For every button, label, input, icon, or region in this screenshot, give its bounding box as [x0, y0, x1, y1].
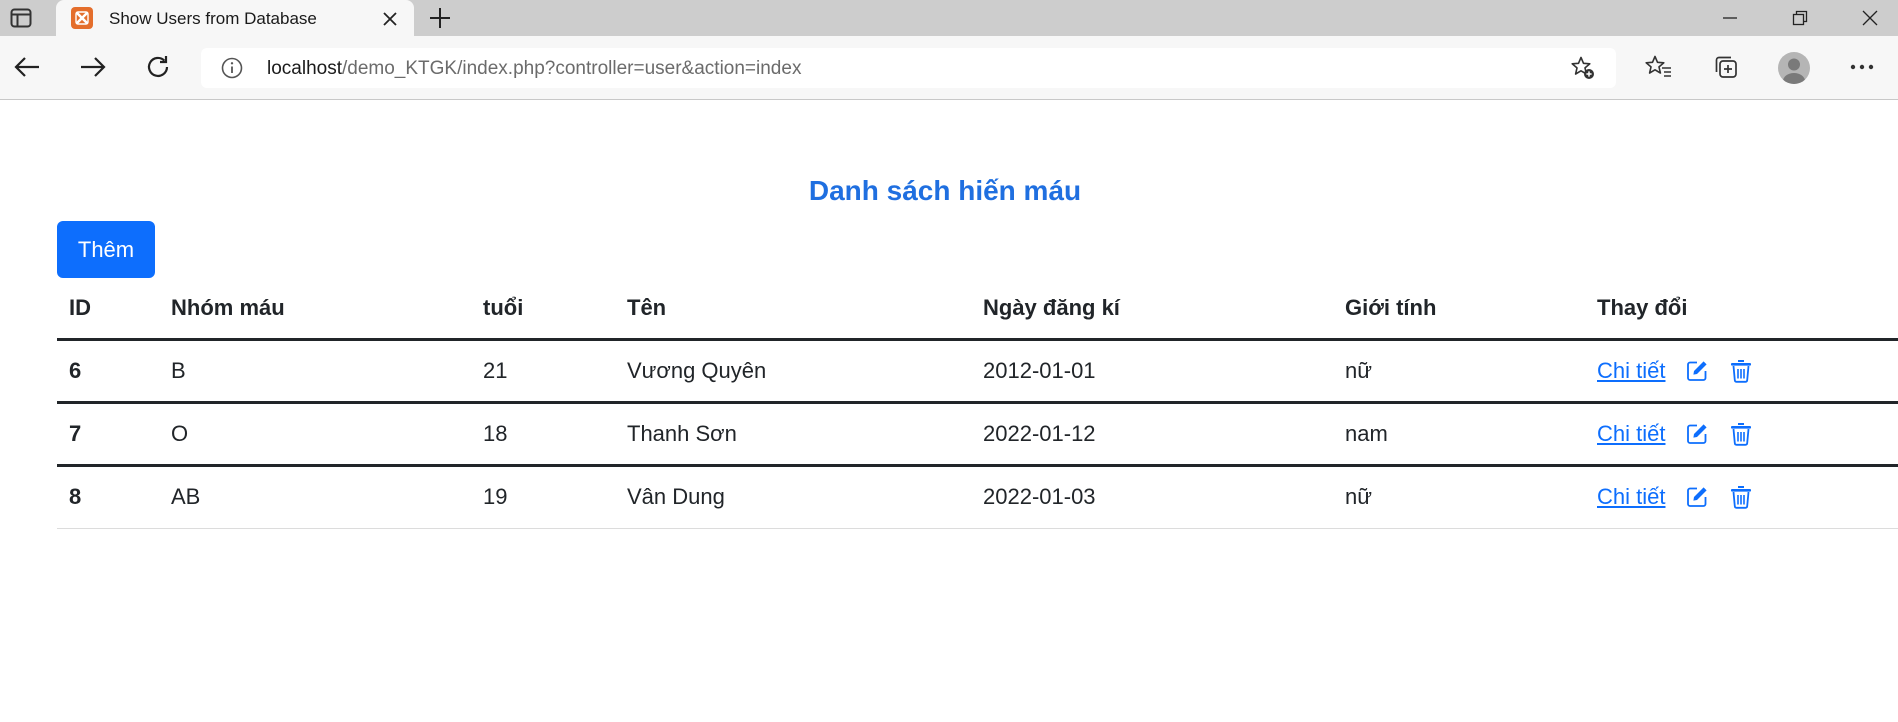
detail-link[interactable]: Chi tiết	[1597, 484, 1665, 510]
url-path: /demo_KTGK/index.php?controller=user&act…	[342, 58, 802, 79]
cell-name: Vân Dung	[615, 465, 971, 529]
cell-id: 7	[57, 402, 159, 467]
edit-icon[interactable]	[1685, 485, 1709, 509]
cell-age: 21	[471, 339, 615, 404]
cell-actions: Chi tiết	[1585, 339, 1898, 404]
info-icon[interactable]	[221, 57, 243, 79]
table-row: 7 O 18 Thanh Sơn 2022-01-12 nam Chi tiết	[57, 402, 1898, 467]
header-actions: Thay đổi	[1585, 278, 1898, 341]
browser-tab[interactable]: Show Users from Database	[56, 0, 414, 36]
page-title: Danh sách hiến máu	[808, 175, 1082, 206]
cell-name: Thanh Sơn	[615, 402, 971, 467]
trash-icon[interactable]	[1729, 422, 1753, 446]
header-age: tuổi	[471, 278, 615, 341]
tab-actions-icon[interactable]	[8, 7, 34, 29]
cell-date: 2022-01-03	[971, 465, 1333, 529]
table-header-row: ID Nhóm máu tuổi Tên Ngày đăng kí Giới t…	[57, 278, 1898, 341]
header-name: Tên	[615, 278, 971, 341]
cell-gender: nam	[1333, 402, 1585, 467]
table-row: 8 AB 19 Vân Dung 2022-01-03 nữ Chi tiết	[57, 465, 1898, 529]
detail-link[interactable]: Chi tiết	[1597, 421, 1665, 447]
header-blood-type: Nhóm máu	[159, 278, 471, 341]
edit-icon[interactable]	[1685, 359, 1709, 383]
cell-gender: nữ	[1333, 339, 1585, 404]
cell-date: 2012-01-01	[971, 339, 1333, 404]
add-button[interactable]: Thêm	[57, 221, 155, 278]
close-window-icon[interactable]	[1840, 0, 1898, 36]
donor-table: ID Nhóm máu tuổi Tên Ngày đăng kí Giới t…	[57, 278, 1898, 529]
plus-icon[interactable]	[425, 5, 455, 31]
cell-actions: Chi tiết	[1585, 465, 1898, 529]
forward-arrow-icon[interactable]	[76, 50, 110, 84]
add-favorite-icon[interactable]	[1569, 55, 1597, 81]
table-row: 6 B 21 Vương Quyên 2012-01-01 nữ Chi tiế…	[57, 339, 1898, 404]
url-text[interactable]: localhost/demo_KTGK/index.php?controller…	[267, 58, 801, 80]
cell-date: 2022-01-12	[971, 402, 1333, 467]
cell-id: 8	[57, 465, 159, 529]
cell-age: 18	[471, 402, 615, 467]
url-host: localhost	[267, 58, 342, 79]
profile-avatar-icon[interactable]	[1778, 52, 1810, 84]
collections-icon[interactable]	[1709, 50, 1743, 84]
cell-blood-type: B	[159, 339, 471, 404]
cell-blood-type: AB	[159, 465, 471, 529]
trash-icon[interactable]	[1729, 485, 1753, 509]
cell-actions: Chi tiết	[1585, 402, 1898, 467]
header-date: Ngày đăng kí	[971, 278, 1333, 341]
tab-strip: Show Users from Database	[0, 0, 1898, 36]
refresh-icon[interactable]	[141, 50, 175, 84]
address-bar[interactable]: localhost/demo_KTGK/index.php?controller…	[201, 48, 1616, 88]
header-gender: Giới tính	[1333, 278, 1585, 341]
cell-id: 6	[57, 339, 159, 404]
cell-age: 19	[471, 465, 615, 529]
minimize-icon[interactable]	[1700, 0, 1760, 36]
header-id: ID	[57, 278, 159, 341]
browser-toolbar: localhost/demo_KTGK/index.php?controller…	[0, 36, 1898, 100]
close-icon[interactable]	[379, 8, 401, 30]
xampp-favicon-icon	[71, 7, 93, 29]
tab-title: Show Users from Database	[109, 9, 317, 28]
back-arrow-icon[interactable]	[10, 50, 44, 84]
cell-blood-type: O	[159, 402, 471, 467]
more-menu-icon[interactable]	[1845, 50, 1879, 84]
edit-icon[interactable]	[1685, 422, 1709, 446]
detail-link[interactable]: Chi tiết	[1597, 358, 1665, 384]
restore-icon[interactable]	[1770, 0, 1830, 36]
trash-icon[interactable]	[1729, 359, 1753, 383]
favorites-icon[interactable]	[1642, 50, 1676, 84]
cell-gender: nữ	[1333, 465, 1585, 529]
cell-name: Vương Quyên	[615, 339, 971, 404]
